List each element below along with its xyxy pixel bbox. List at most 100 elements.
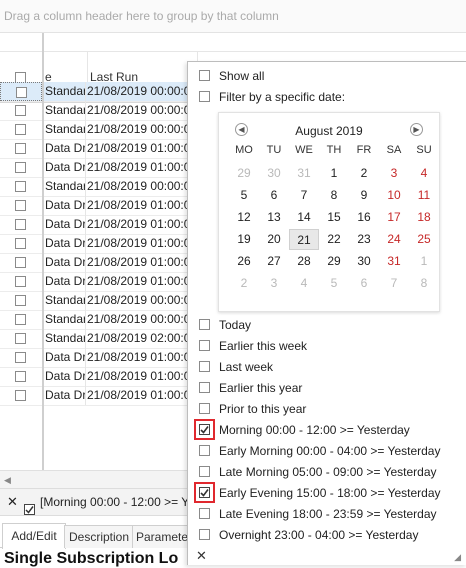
show-all-option[interactable]: Show all: [199, 66, 264, 86]
calendar-day[interactable]: 6: [349, 273, 379, 294]
calendar-day[interactable]: 22: [319, 229, 349, 250]
option-checkbox[interactable]: [199, 529, 210, 541]
tab-description[interactable]: Description: [64, 525, 134, 548]
option-checkbox[interactable]: [199, 319, 210, 331]
filter-expression-text[interactable]: [Morning 00:00 - 12:00 >= Ye: [40, 489, 190, 515]
row-select-cell[interactable]: [0, 234, 42, 253]
calendar-day[interactable]: 17: [379, 207, 409, 228]
date-range-option[interactable]: Early Evening 15:00 - 18:00 >= Yesterday: [199, 483, 441, 503]
date-range-option[interactable]: Last week: [199, 357, 273, 377]
calendar-day[interactable]: 25: [409, 229, 439, 250]
calendar-day[interactable]: 29: [319, 251, 349, 272]
calendar-day[interactable]: 8: [409, 273, 439, 294]
calendar-day[interactable]: 15: [319, 207, 349, 228]
calendar-day[interactable]: 2: [229, 273, 259, 294]
calendar-day[interactable]: 31: [289, 163, 319, 184]
date-range-option[interactable]: Late Evening 18:00 - 23:59 >= Yesterday: [199, 504, 437, 524]
close-popup-icon[interactable]: ✕: [196, 548, 207, 564]
date-range-option[interactable]: Earlier this week: [199, 336, 307, 356]
row-checkbox[interactable]: [15, 105, 26, 116]
calendar-day[interactable]: 1: [319, 163, 349, 184]
row-select-cell[interactable]: [0, 215, 42, 234]
calendar-day[interactable]: 29: [229, 163, 259, 184]
row-checkbox[interactable]: [15, 162, 26, 173]
calendar-day[interactable]: 31: [379, 251, 409, 272]
option-checkbox[interactable]: [199, 466, 210, 478]
row-select-cell[interactable]: [0, 329, 42, 348]
row-select-cell[interactable]: [0, 348, 42, 367]
calendar-day[interactable]: 28: [289, 251, 319, 272]
row-checkbox[interactable]: [15, 200, 26, 211]
tab-parameters[interactable]: Paramete: [132, 525, 192, 548]
row-select-cell[interactable]: [0, 177, 42, 196]
calendar-day[interactable]: 9: [349, 185, 379, 206]
row-select-cell[interactable]: [0, 253, 42, 272]
date-range-option[interactable]: Overnight 23:00 - 04:00 >= Yesterday: [199, 525, 418, 545]
horizontal-scrollbar[interactable]: ◀: [0, 470, 190, 488]
calendar-day[interactable]: 19: [229, 229, 259, 250]
option-checkbox[interactable]: [199, 508, 210, 520]
clear-filter-icon[interactable]: ✕: [7, 489, 18, 515]
row-checkbox[interactable]: [15, 333, 26, 344]
date-range-option[interactable]: Today: [199, 315, 251, 335]
specific-date-option[interactable]: Filter by a specific date:: [199, 87, 345, 107]
calendar-month-label[interactable]: August 2019: [219, 123, 439, 139]
calendar-day[interactable]: 8: [319, 185, 349, 206]
row-checkbox[interactable]: [15, 295, 26, 306]
row-select-cell[interactable]: [0, 367, 42, 386]
calendar-day[interactable]: 3: [379, 163, 409, 184]
row-select-cell[interactable]: [0, 158, 42, 177]
calendar-day[interactable]: 11: [409, 185, 439, 206]
calendar-day[interactable]: 12: [229, 207, 259, 228]
calendar-day[interactable]: 23: [349, 229, 379, 250]
row-select-cell[interactable]: [0, 82, 42, 101]
row-checkbox[interactable]: [15, 219, 26, 230]
date-range-option[interactable]: Morning 00:00 - 12:00 >= Yesterday: [199, 420, 410, 440]
calendar-day[interactable]: 13: [259, 207, 289, 228]
calendar-day[interactable]: 30: [349, 251, 379, 272]
calendar-day[interactable]: 5: [319, 273, 349, 294]
group-panel-hint[interactable]: Drag a column header here to group by th…: [0, 0, 466, 33]
date-range-option[interactable]: Early Morning 00:00 - 04:00 >= Yesterday: [199, 441, 440, 461]
calendar-day[interactable]: 20: [259, 229, 289, 250]
show-all-checkbox[interactable]: [199, 70, 210, 82]
calendar-day[interactable]: 30: [259, 163, 289, 184]
date-range-option[interactable]: Earlier this year: [199, 378, 302, 398]
specific-date-checkbox[interactable]: [199, 91, 210, 103]
calendar-day[interactable]: 5: [229, 185, 259, 206]
option-checkbox[interactable]: [199, 340, 210, 352]
row-select-cell[interactable]: [0, 272, 42, 291]
calendar-day[interactable]: 10: [379, 185, 409, 206]
row-select-cell[interactable]: [0, 139, 42, 158]
row-checkbox[interactable]: [15, 124, 26, 135]
row-select-cell[interactable]: [0, 120, 42, 139]
calendar-day[interactable]: 1: [409, 251, 439, 272]
row-select-cell[interactable]: [0, 196, 42, 215]
row-checkbox[interactable]: [15, 238, 26, 249]
tab-add-edit[interactable]: Add/Edit: [2, 523, 66, 549]
row-checkbox[interactable]: [15, 314, 26, 325]
row-checkbox[interactable]: [15, 371, 26, 382]
calendar-day[interactable]: 14: [289, 207, 319, 228]
calendar-day[interactable]: 7: [379, 273, 409, 294]
calendar-day[interactable]: 2: [349, 163, 379, 184]
row-checkbox[interactable]: [15, 257, 26, 268]
calendar-day[interactable]: 24: [379, 229, 409, 250]
scroll-left-icon[interactable]: ◀: [4, 475, 11, 485]
option-checkbox[interactable]: [199, 382, 210, 394]
calendar-day[interactable]: 21: [289, 229, 319, 250]
row-checkbox[interactable]: [15, 276, 26, 287]
date-range-option[interactable]: Late Morning 05:00 - 09:00 >= Yesterday: [199, 462, 437, 482]
resize-grip-icon[interactable]: ◢: [454, 552, 461, 563]
option-checkbox[interactable]: [199, 403, 210, 415]
filter-enabled-checkbox[interactable]: [24, 496, 35, 515]
calendar-day[interactable]: 7: [289, 185, 319, 206]
calendar-day[interactable]: 4: [409, 163, 439, 184]
calendar-day[interactable]: 6: [259, 185, 289, 206]
calendar-day[interactable]: 3: [259, 273, 289, 294]
calendar-day[interactable]: 26: [229, 251, 259, 272]
calendar-day[interactable]: 16: [349, 207, 379, 228]
row-checkbox[interactable]: [16, 87, 27, 98]
row-checkbox[interactable]: [15, 181, 26, 192]
calendar-day[interactable]: 27: [259, 251, 289, 272]
